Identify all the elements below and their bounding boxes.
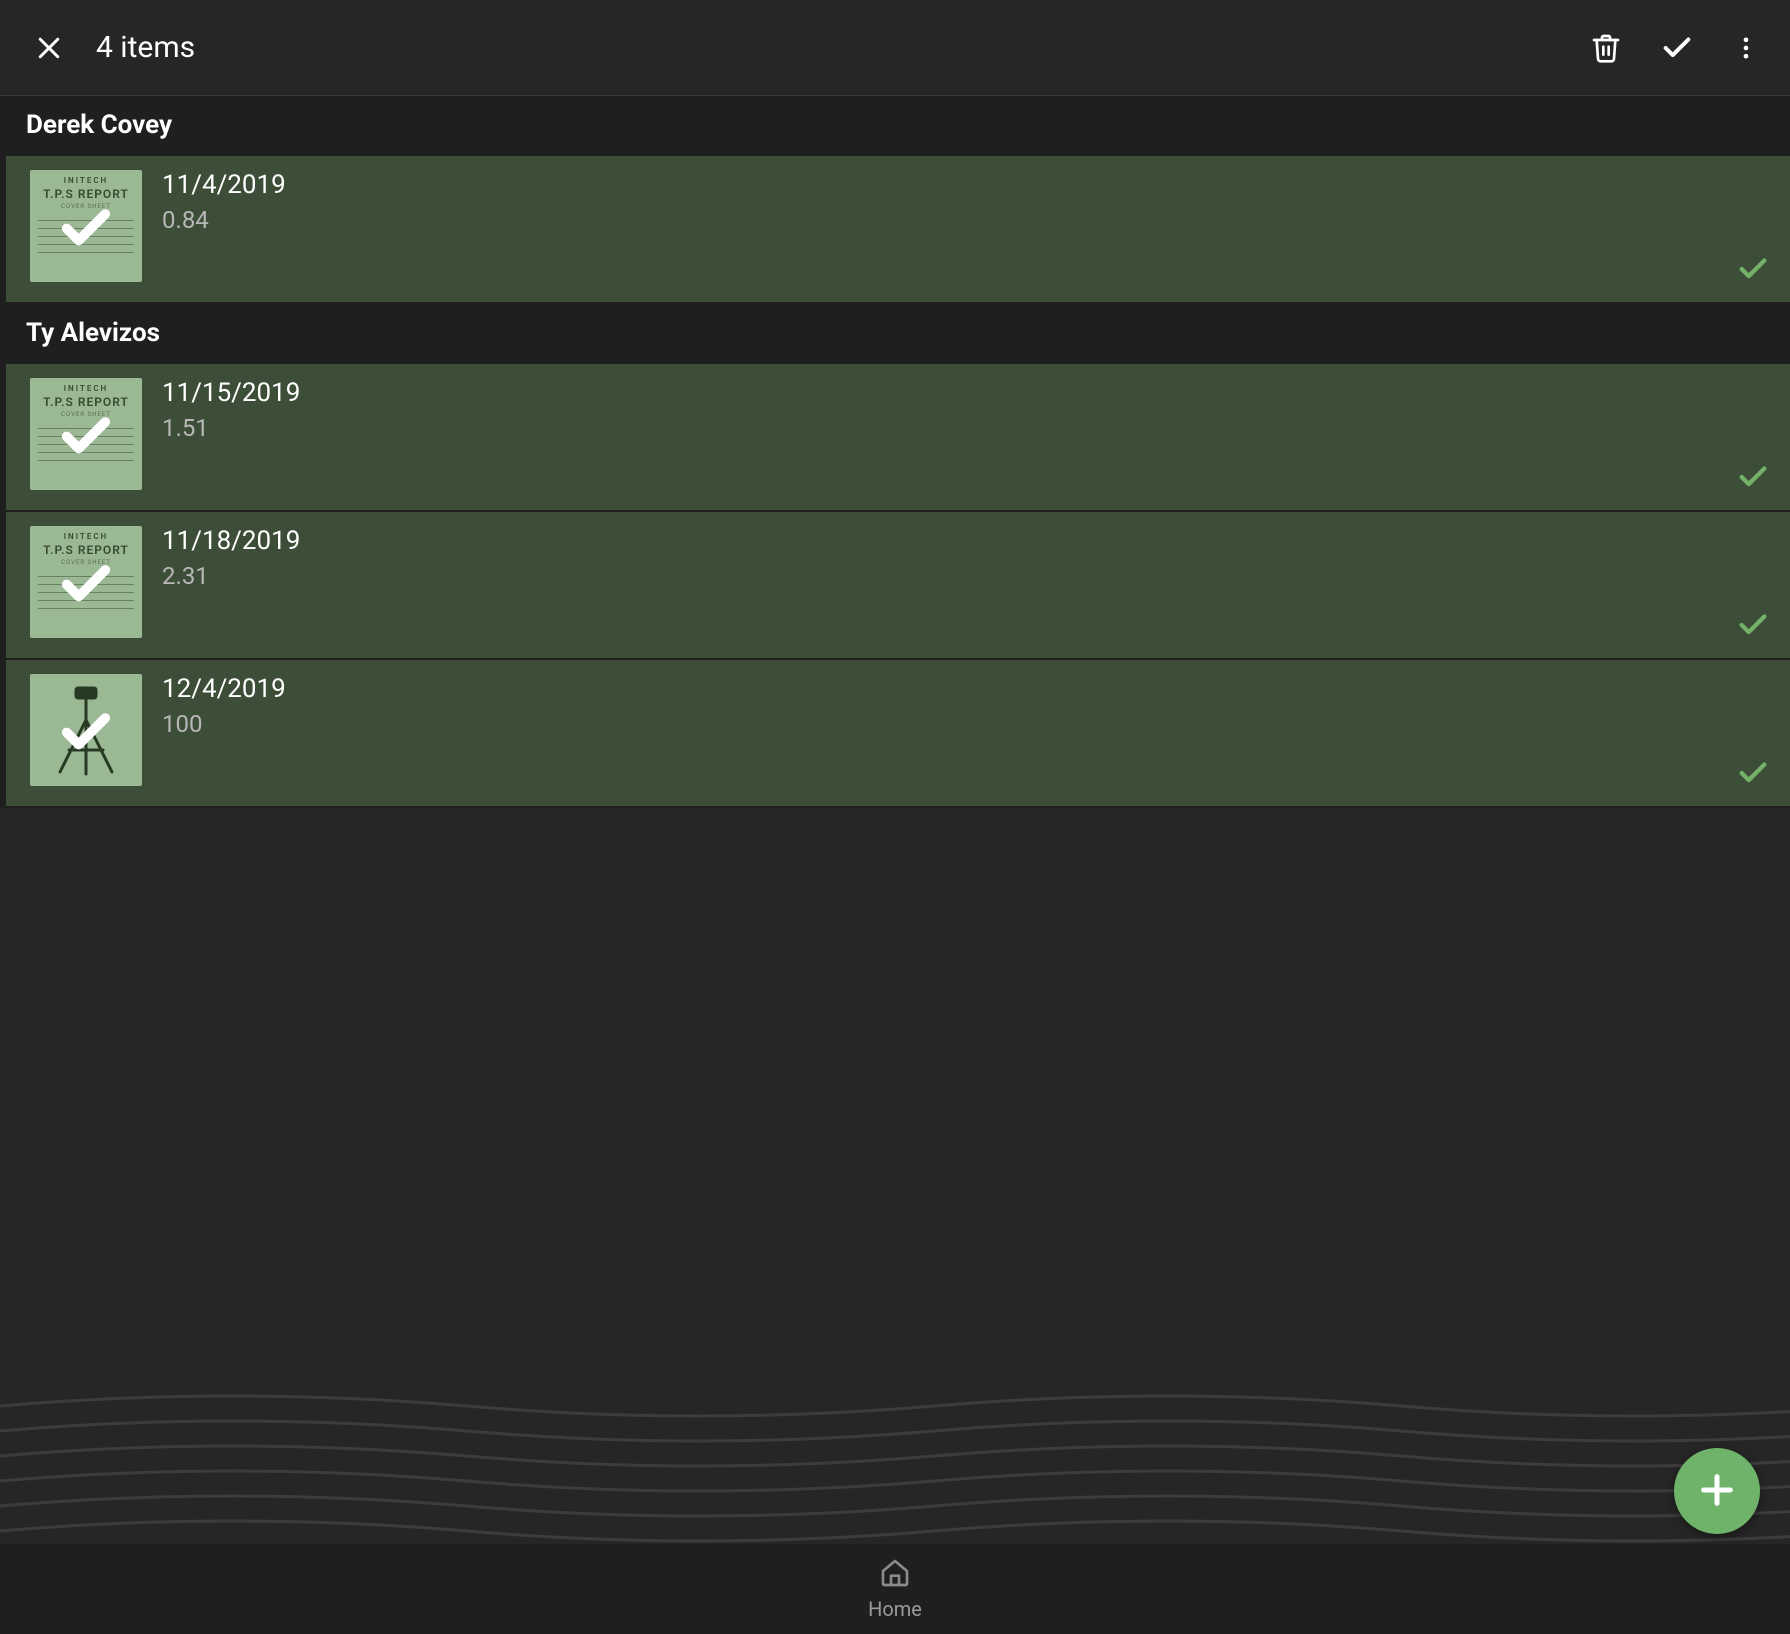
more-vertical-icon <box>1732 34 1760 62</box>
delete-button[interactable] <box>1580 22 1632 74</box>
row-date: 12/4/2019 <box>162 674 1736 704</box>
check-icon <box>1660 31 1694 65</box>
close-selection-button[interactable] <box>24 23 74 73</box>
selected-check-icon <box>30 526 142 638</box>
confirm-button[interactable] <box>1650 21 1704 75</box>
thumbnail[interactable]: INITECH T.P.S REPORT COVER SHEET <box>30 378 142 490</box>
row-body: 11/18/2019 2.31 <box>142 526 1736 644</box>
approved-icon <box>1736 460 1770 496</box>
selected-check-icon <box>30 170 142 282</box>
list-item[interactable]: INITECH T.P.S REPORT COVER SHEET 11/15/2… <box>0 364 1790 512</box>
list-item[interactable]: INITECH T.P.S REPORT COVER SHEET 11/18/2… <box>0 512 1790 660</box>
approved-icon <box>1736 756 1770 792</box>
row-value: 100 <box>162 710 1736 738</box>
waves-decoration <box>0 1386 1790 1544</box>
row-body: 11/4/2019 0.84 <box>142 170 1736 288</box>
thumbnail[interactable]: INITECH T.P.S REPORT COVER SHEET <box>30 526 142 638</box>
thumbnail[interactable]: INITECH T.P.S REPORT COVER SHEET <box>30 170 142 282</box>
row-date: 11/18/2019 <box>162 526 1736 556</box>
selected-check-icon <box>30 674 142 786</box>
approved-icon <box>1736 252 1770 288</box>
nav-home[interactable]: Home <box>868 1557 922 1621</box>
selected-check-icon <box>30 378 142 490</box>
thumbnail[interactable] <box>30 674 142 786</box>
row-body: 12/4/2019 100 <box>142 674 1736 792</box>
item-list: Derek Covey INITECH T.P.S REPORT COVER S… <box>0 96 1790 1386</box>
row-value: 0.84 <box>162 206 1736 234</box>
selection-toolbar: 4 items <box>0 0 1790 96</box>
approved-icon <box>1736 608 1770 644</box>
list-item[interactable]: INITECH T.P.S REPORT COVER SHEET 11/4/20… <box>0 156 1790 304</box>
group-header: Derek Covey <box>0 96 1790 156</box>
row-body: 11/15/2019 1.51 <box>142 378 1736 496</box>
home-icon <box>879 1557 911 1593</box>
bottom-nav: Home <box>0 1544 1790 1634</box>
group-header: Ty Alevizos <box>0 304 1790 364</box>
close-icon <box>34 33 64 63</box>
selection-count: 4 items <box>96 30 195 65</box>
row-date: 11/15/2019 <box>162 378 1736 408</box>
row-value: 2.31 <box>162 562 1736 590</box>
add-button[interactable] <box>1674 1448 1760 1534</box>
row-date: 11/4/2019 <box>162 170 1736 200</box>
nav-home-label: Home <box>868 1597 922 1621</box>
overflow-menu-button[interactable] <box>1722 24 1770 72</box>
plus-icon <box>1697 1470 1737 1513</box>
row-value: 1.51 <box>162 414 1736 442</box>
list-item[interactable]: 12/4/2019 100 <box>0 660 1790 808</box>
trash-icon <box>1590 32 1622 64</box>
